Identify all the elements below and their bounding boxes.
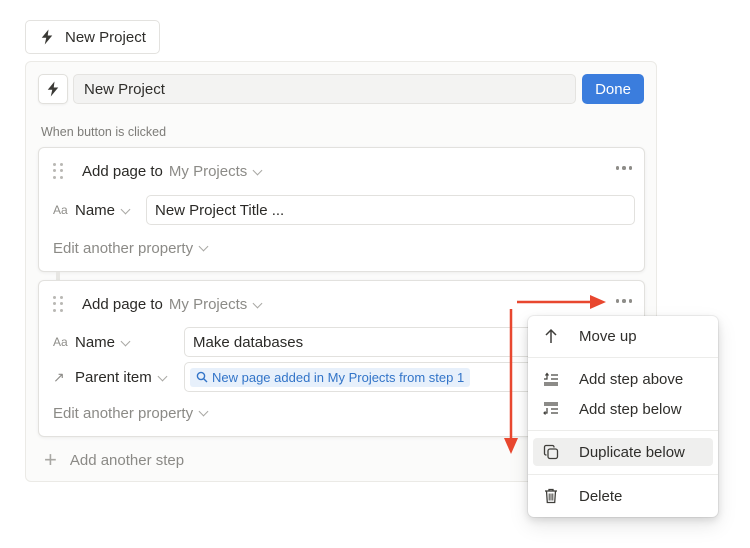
chevron-down-icon bbox=[198, 241, 209, 252]
insert-above-icon bbox=[542, 370, 560, 388]
menu-item-label: Duplicate below bbox=[579, 443, 685, 461]
menu-item-move-up[interactable]: Move up bbox=[533, 322, 713, 350]
duplicate-icon bbox=[542, 443, 560, 461]
database-name: My Projects bbox=[168, 162, 248, 180]
text-property-icon: Aa bbox=[53, 335, 68, 349]
menu-item-duplicate-below[interactable]: Duplicate below bbox=[533, 438, 713, 466]
bolt-icon bbox=[44, 80, 62, 98]
menu-item-delete[interactable]: Delete bbox=[533, 482, 713, 510]
step-action-label: Add page to bbox=[82, 295, 163, 313]
more-options-icon[interactable] bbox=[615, 166, 632, 170]
property-name: Name bbox=[75, 201, 116, 219]
more-options-icon[interactable] bbox=[615, 299, 632, 303]
menu-item-add-step-below[interactable]: Add step below bbox=[533, 395, 713, 423]
step-action-label: Add page to bbox=[82, 162, 163, 180]
chevron-down-icon bbox=[252, 298, 263, 308]
menu-item-label: Add step above bbox=[579, 370, 684, 388]
chevron-down-icon bbox=[198, 406, 209, 417]
bolt-icon bbox=[38, 28, 56, 46]
insert-below-icon bbox=[542, 400, 560, 418]
database-selector[interactable]: My Projects bbox=[168, 162, 263, 180]
edit-another-property[interactable]: Edit another property bbox=[53, 405, 209, 422]
trash-icon bbox=[542, 487, 560, 505]
edit-property-label: Edit another property bbox=[53, 405, 194, 422]
chevron-down-icon bbox=[252, 165, 263, 175]
plus-icon: + bbox=[44, 447, 57, 472]
relation-property-icon: ↗ bbox=[53, 368, 65, 385]
chevron-down-icon bbox=[157, 371, 168, 381]
text-property-icon: Aa bbox=[53, 203, 68, 217]
menu-divider bbox=[528, 474, 718, 475]
step-reference-chip[interactable]: New page added in My Projects from step … bbox=[190, 367, 471, 387]
edit-property-label: Edit another property bbox=[53, 240, 194, 257]
arrow-up-icon bbox=[542, 327, 560, 345]
database-name: My Projects bbox=[168, 295, 248, 313]
menu-item-label: Move up bbox=[579, 327, 637, 345]
step-reference-text: New page added in My Projects from step … bbox=[212, 369, 465, 385]
add-step-label: Add another step bbox=[69, 451, 185, 469]
database-selector[interactable]: My Projects bbox=[168, 295, 263, 313]
drag-handle-icon[interactable] bbox=[53, 296, 65, 312]
add-another-step-button[interactable]: + Add another step bbox=[44, 449, 184, 471]
property-row: ↗ Parent item bbox=[53, 362, 168, 392]
menu-divider bbox=[528, 430, 718, 431]
edit-another-property[interactable]: Edit another property bbox=[53, 240, 209, 257]
new-project-button-label: New Project bbox=[65, 28, 146, 46]
property-value: Make databases bbox=[193, 333, 304, 351]
chevron-down-icon bbox=[120, 336, 131, 346]
property-row: Aa Name bbox=[53, 195, 131, 225]
menu-item-add-step-above[interactable]: Add step above bbox=[533, 365, 713, 393]
property-name-selector[interactable]: Name bbox=[75, 333, 131, 351]
done-button[interactable]: Done bbox=[582, 74, 644, 104]
property-name-selector[interactable]: Parent item bbox=[75, 368, 168, 386]
trigger-label: When button is clicked bbox=[41, 125, 167, 139]
step-card: Add page to My Projects Aa Name New Proj… bbox=[38, 147, 645, 272]
drag-handle-icon[interactable] bbox=[53, 163, 65, 179]
chevron-down-icon bbox=[120, 204, 131, 214]
step-context-menu: Move up Add step above Add step below Du… bbox=[528, 316, 718, 517]
menu-item-label: Add step below bbox=[579, 400, 682, 418]
search-icon bbox=[196, 371, 208, 383]
property-name: Parent item bbox=[75, 368, 152, 386]
menu-item-label: Delete bbox=[579, 487, 623, 505]
step-connector bbox=[56, 272, 60, 280]
button-icon-picker[interactable] bbox=[38, 74, 68, 104]
property-name: Name bbox=[75, 333, 116, 351]
button-name-input[interactable]: New Project bbox=[73, 74, 576, 104]
property-name-selector[interactable]: Name bbox=[75, 201, 131, 219]
property-row: Aa Name bbox=[53, 327, 131, 357]
property-value-input[interactable]: New Project Title ... bbox=[146, 195, 635, 225]
new-project-button[interactable]: New Project bbox=[25, 20, 160, 54]
menu-divider bbox=[528, 357, 718, 358]
